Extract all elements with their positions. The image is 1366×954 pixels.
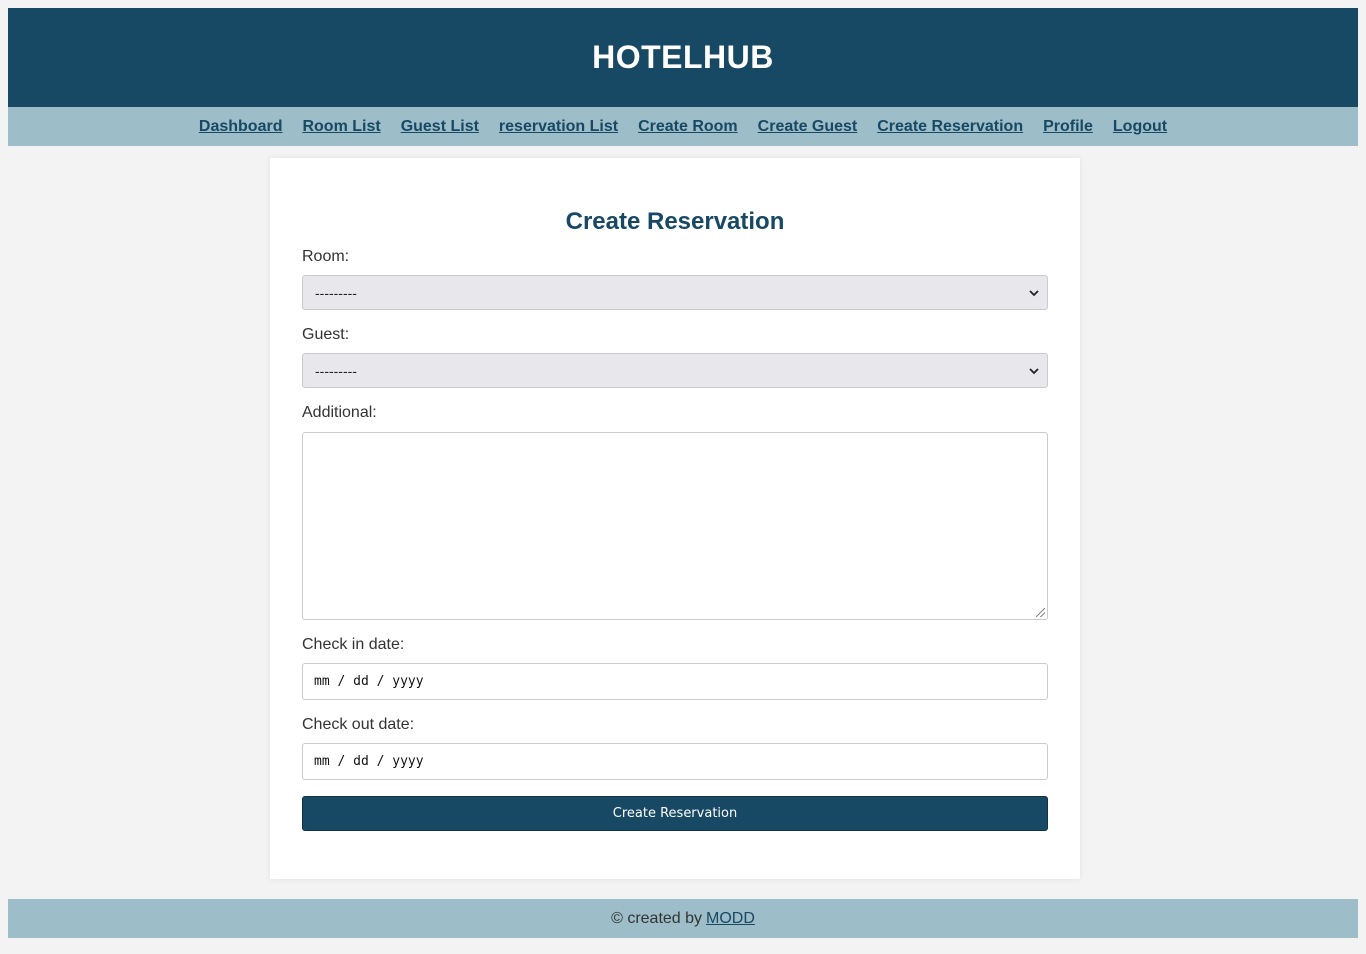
nav-reservation-list[interactable]: reservation List xyxy=(499,118,618,136)
additional-label: Additional: xyxy=(302,404,377,421)
nav-create-room[interactable]: Create Room xyxy=(638,118,738,136)
page-frame: HOTELHUB Dashboard Room List Guest List … xyxy=(8,8,1358,146)
check-in-date-input[interactable]: mm / dd / yyyy xyxy=(302,663,1048,700)
room-select-value: --------- xyxy=(315,284,357,301)
check-out-placeholder: mm / dd / yyyy xyxy=(314,754,424,769)
nav-guest-list[interactable]: Guest List xyxy=(401,118,479,136)
additional-textarea[interactable] xyxy=(302,432,1048,620)
resize-handle-icon[interactable] xyxy=(1036,608,1045,617)
nav-create-guest[interactable]: Create Guest xyxy=(758,118,858,136)
site-footer: © created by MODD xyxy=(8,899,1358,938)
site-title: HOTELHUB xyxy=(592,39,774,75)
main-nav: Dashboard Room List Guest List reservati… xyxy=(8,107,1358,146)
nav-logout[interactable]: Logout xyxy=(1113,118,1167,136)
check-out-label: Check out date: xyxy=(302,716,415,733)
footer-credit: © created by xyxy=(611,909,703,927)
form-heading: Create Reservation xyxy=(565,208,785,235)
nav-profile[interactable]: Profile xyxy=(1043,118,1093,136)
guest-select[interactable]: --------- xyxy=(302,353,1048,388)
create-reservation-button[interactable]: Create Reservation xyxy=(302,796,1048,831)
check-out-date-input[interactable]: mm / dd / yyyy xyxy=(302,743,1048,780)
room-label: Room: xyxy=(302,248,350,265)
room-select[interactable]: --------- xyxy=(302,275,1048,310)
nav-room-list[interactable]: Room List xyxy=(302,118,380,136)
chevron-down-icon xyxy=(1029,364,1039,378)
guest-select-value: --------- xyxy=(315,362,357,379)
nav-dashboard[interactable]: Dashboard xyxy=(199,118,283,136)
reservation-form-card: Create Reservation Room: --------- Guest… xyxy=(270,158,1080,879)
nav-create-reservation[interactable]: Create Reservation xyxy=(877,118,1023,136)
guest-label: Guest: xyxy=(302,326,350,343)
check-in-placeholder: mm / dd / yyyy xyxy=(314,674,424,689)
site-header: HOTELHUB xyxy=(8,8,1358,107)
check-in-label: Check in date: xyxy=(302,636,405,653)
footer-author-link[interactable]: MODD xyxy=(706,910,755,928)
chevron-down-icon xyxy=(1029,286,1039,300)
